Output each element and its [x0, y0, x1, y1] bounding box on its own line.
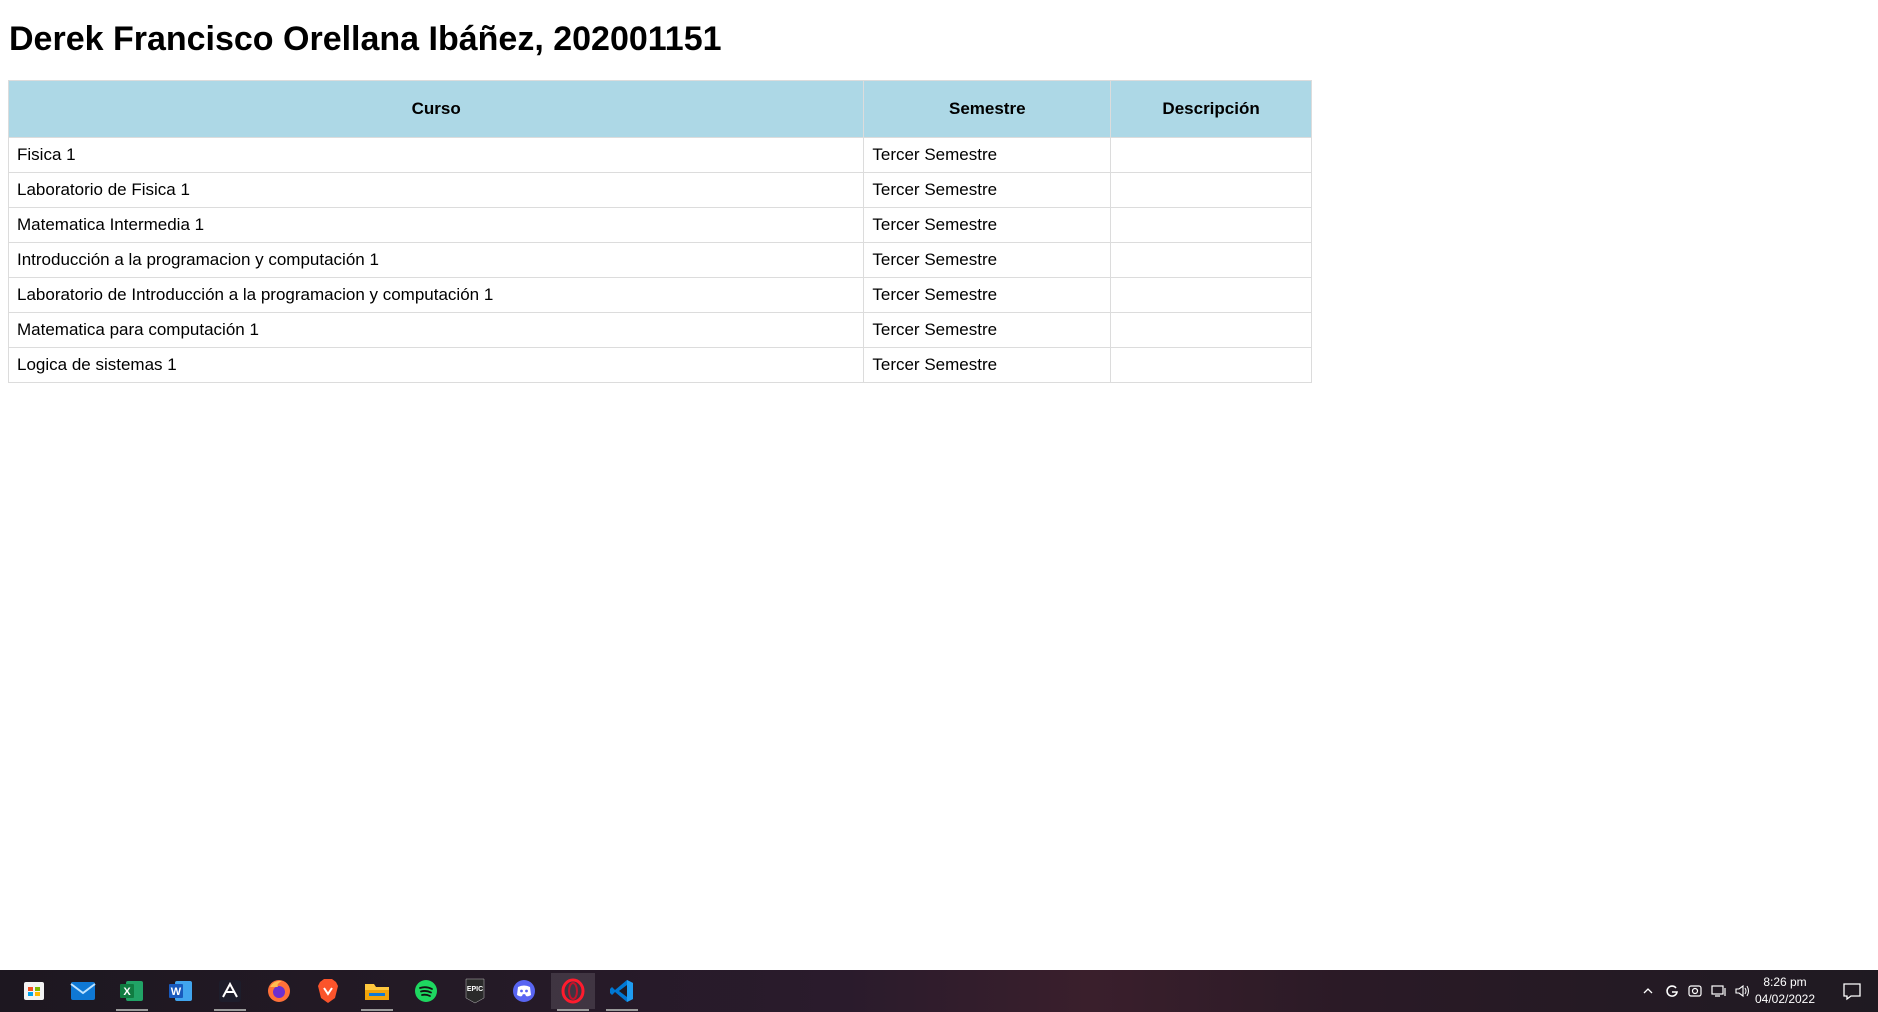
cell-curso: Matematica Intermedia 1: [7, 207, 865, 243]
cell-curso: Logica de sistemas 1: [7, 347, 865, 383]
cell-descripcion: [1110, 137, 1312, 173]
taskbar-clock[interactable]: 8:26 pm 04/02/2022: [1748, 974, 1822, 1008]
cell-semestre: Tercer Semestre: [863, 277, 1112, 313]
table-header-row: Curso Semestre Descripción: [7, 80, 1312, 138]
cell-descripcion: [1110, 172, 1312, 208]
cell-curso: Matematica para computación 1: [7, 312, 865, 348]
network-icon[interactable]: [1709, 970, 1729, 1012]
cell-semestre: Tercer Semestre: [863, 137, 1112, 173]
opera-icon[interactable]: [551, 973, 595, 1011]
cell-semestre: Tercer Semestre: [863, 207, 1112, 243]
epic-games-logo-text: EPIC: [467, 986, 483, 993]
word-letter: W: [171, 986, 182, 998]
cell-semestre: Tercer Semestre: [863, 312, 1112, 348]
clock-time: 8:26 pm: [1763, 975, 1807, 989]
courses-table: Curso Semestre Descripción Fisica 1 Terc…: [7, 80, 1312, 383]
cell-curso: Laboratorio de Introducción a la program…: [7, 277, 865, 313]
taskbar: X W EPIC 8:26 pm 04/02/2022: [0, 970, 1878, 1012]
table-row: Matematica para computación 1 Tercer Sem…: [7, 312, 1312, 348]
firefox-icon[interactable]: [257, 973, 301, 1009]
table-row: Logica de sistemas 1 Tercer Semestre: [7, 347, 1312, 383]
cell-descripcion: [1110, 347, 1312, 383]
cell-descripcion: [1110, 242, 1312, 278]
cell-descripcion: [1110, 277, 1312, 313]
notification-center-icon[interactable]: [1842, 981, 1862, 1006]
folder-icon[interactable]: [355, 973, 399, 1011]
chevron-up-icon[interactable]: [1638, 970, 1658, 1012]
excel-letter: X: [123, 986, 131, 998]
brave-icon[interactable]: [306, 973, 350, 1009]
clock-date: 04/02/2022: [1754, 992, 1816, 1006]
page-title: Derek Francisco Orellana Ibáñez, 2020011…: [9, 20, 722, 58]
table-row: Introducción a la programacion y computa…: [7, 242, 1312, 278]
cell-descripcion: [1110, 207, 1312, 243]
header-semestre: Semestre: [863, 80, 1112, 138]
table-row: Matematica Intermedia 1 Tercer Semestre: [7, 207, 1312, 243]
header-curso: Curso: [7, 80, 865, 138]
word-icon[interactable]: W: [159, 973, 203, 1009]
cloud-sync-icon[interactable]: [1685, 970, 1705, 1012]
browser-page: Derek Francisco Orellana Ibáñez, 2020011…: [0, 0, 1878, 970]
table-row: Fisica 1 Tercer Semestre: [7, 137, 1312, 173]
cell-semestre: Tercer Semestre: [863, 242, 1112, 278]
spotify-icon[interactable]: [404, 973, 448, 1009]
discord-icon[interactable]: [502, 973, 546, 1009]
windows-start-icon[interactable]: [12, 973, 56, 1009]
cell-curso: Fisica 1: [7, 137, 865, 173]
mail-icon[interactable]: [61, 973, 105, 1009]
cell-descripcion: [1110, 312, 1312, 348]
cell-semestre: Tercer Semestre: [863, 172, 1112, 208]
cell-curso: Introducción a la programacion y computa…: [7, 242, 865, 278]
excel-icon[interactable]: X: [110, 973, 154, 1011]
cell-curso: Laboratorio de Fisica 1: [7, 172, 865, 208]
cell-semestre: Tercer Semestre: [863, 347, 1112, 383]
header-descripcion: Descripción: [1110, 80, 1312, 138]
table-row: Laboratorio de Introducción a la program…: [7, 277, 1312, 313]
table-row: Laboratorio de Fisica 1 Tercer Semestre: [7, 172, 1312, 208]
epic-games-icon[interactable]: EPIC: [453, 973, 497, 1009]
vscode-icon[interactable]: [600, 973, 644, 1011]
google-drive-icon[interactable]: [1662, 970, 1682, 1012]
acrobat-icon[interactable]: [208, 973, 252, 1011]
